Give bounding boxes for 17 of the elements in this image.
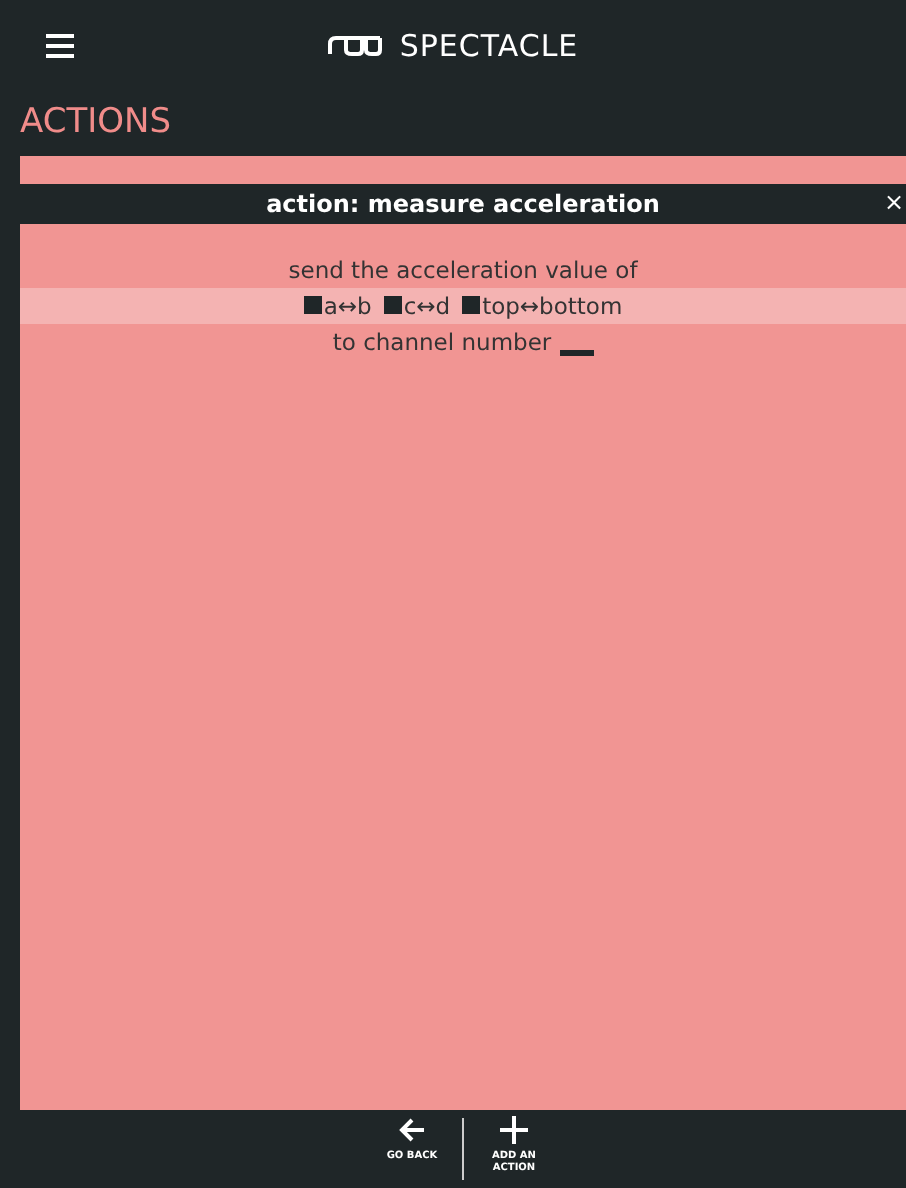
- action-header: action: measure acceleration ×: [20, 184, 906, 224]
- channel-label: to channel number: [332, 328, 552, 356]
- glasses-icon: [327, 35, 384, 55]
- back-arrow-icon: [398, 1116, 426, 1144]
- plus-icon: [500, 1116, 528, 1144]
- option-label: a↔b: [323, 292, 372, 320]
- section-title: ACTIONS: [20, 102, 171, 142]
- action-description: send the acceleration value of: [288, 254, 638, 288]
- option-label: c↔d: [403, 292, 451, 320]
- checkbox[interactable]: [383, 296, 402, 314]
- channel-input[interactable]: [559, 349, 594, 355]
- close-button[interactable]: ×: [883, 188, 904, 216]
- app-title: SPECTACLE: [399, 27, 579, 63]
- checkbox[interactable]: [462, 296, 481, 314]
- option-label: top↔bottom: [482, 292, 623, 320]
- checkbox[interactable]: [303, 296, 322, 314]
- menu-icon[interactable]: [46, 34, 74, 58]
